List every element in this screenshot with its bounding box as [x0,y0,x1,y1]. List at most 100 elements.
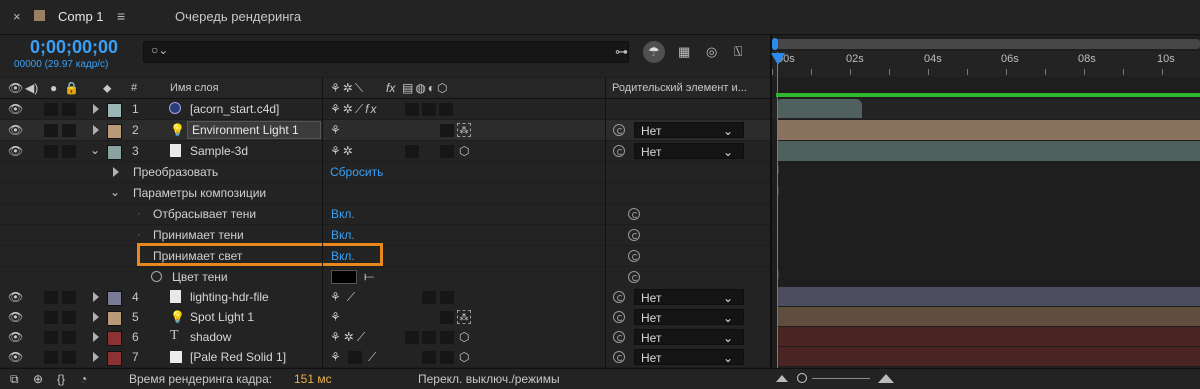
playhead-handle[interactable] [771,53,785,65]
layer-switches[interactable]: ⚘✲ [330,144,355,158]
comp-flowchart-icon[interactable]: ⧉ [10,372,19,386]
layer-row-7[interactable]: 👁 7 [Pale Red Solid 1] ⚘ ⟋ ⬡ Нет ⌄ [0,347,770,367]
solo-toggle[interactable] [62,331,76,344]
visibility-eye-icon[interactable]: 👁 [8,102,23,116]
label-color-swatch[interactable] [107,145,122,160]
layer-switches[interactable]: ⚘✲⟋ [330,330,368,344]
expand-arrow-icon[interactable] [93,332,99,342]
visibility-eye-icon[interactable]: 👁 [8,330,23,344]
current-timecode[interactable]: 0;00;00;00 [30,37,118,58]
property-accepts-light[interactable]: · Принимает свет Вкл. [0,246,770,266]
expand-arrow-icon[interactable] [113,167,119,177]
switch-box[interactable] [405,145,419,158]
tab-menu-icon[interactable]: ≡ [117,8,125,24]
switch-box[interactable] [440,124,454,137]
audio-toggle[interactable] [44,124,58,137]
parent-dropdown[interactable]: Нет ⌄ [634,143,744,159]
visibility-eye-icon[interactable]: 👁 [8,310,23,324]
solo-toggle[interactable] [62,291,76,304]
pick-whip-icon[interactable] [613,351,625,363]
time-ruler[interactable]: 00s 02s 04s 06s 08s 10s [772,51,1200,77]
parent-dropdown[interactable]: Нет ⌄ [634,309,744,325]
parent-dropdown[interactable]: Нет ⌄ [634,122,744,138]
parent-dropdown[interactable]: Нет ⌄ [634,329,744,345]
work-area-start-handle[interactable] [772,38,778,50]
expand-arrow-icon[interactable] [93,352,99,362]
tab-comp-1[interactable]: Comp 1 [58,9,104,24]
shadow-color-swatch[interactable] [331,270,357,284]
flowchart-icon[interactable]: ⊶ [615,44,628,60]
parent-dropdown[interactable]: Нет ⌄ [634,289,744,305]
label-color-swatch[interactable] [107,291,122,306]
layer-name[interactable]: lighting-hdr-file [190,290,269,304]
switch-box[interactable] [439,103,453,116]
layer-name[interactable]: [acorn_start.c4d] [190,102,279,116]
stopwatch-icon[interactable] [151,271,162,282]
layer-switches[interactable]: ⚘ [330,350,341,364]
property-accepts-shadows[interactable]: · Принимает тени Вкл. [0,225,770,245]
playhead-line[interactable] [777,52,778,368]
motion-blur-switch-icon[interactable]: ⟋ [368,350,376,364]
switch-box[interactable] [440,351,454,364]
pick-whip-icon[interactable] [613,311,625,323]
layer-switches[interactable]: ⚘✲⟋fx [330,102,379,116]
layer-name[interactable]: [Pale Red Solid 1] [190,350,286,364]
pick-whip-icon[interactable] [628,250,640,262]
audio-toggle[interactable] [44,103,58,116]
zoom-in-icon[interactable] [878,374,894,383]
audio-toggle[interactable] [44,145,58,158]
expand-arrow-icon[interactable] [93,312,99,322]
close-tab-icon[interactable]: × [13,9,21,24]
property-value[interactable]: Вкл. [331,207,355,221]
layer-bar[interactable] [778,99,862,118]
label-color-swatch[interactable] [107,331,122,346]
layer-row-5[interactable]: 👁 5 💡 Spot Light 1 ⚘ ⁂ Нет ⌄ [0,307,770,327]
property-value[interactable]: Вкл. [331,228,355,242]
layer-name[interactable]: Environment Light 1 [192,123,299,137]
label-color-swatch[interactable] [107,103,122,118]
timing-toggle-icon[interactable]: ◔ [80,372,87,386]
layer-name[interactable]: Sample-3d [190,144,248,158]
tab-render-queue[interactable]: Очередь рендеринга [175,9,301,24]
label-color-swatch[interactable] [107,124,122,139]
layer-name-field[interactable]: Environment Light 1 [187,121,321,139]
layer-bar[interactable] [778,287,1200,306]
expand-arrow-icon[interactable] [93,104,99,114]
graph-editor-icon[interactable]: ⍂ [734,43,742,60]
visibility-eye-icon[interactable]: 👁 [8,350,23,364]
visibility-eye-icon[interactable]: 👁 [8,123,23,137]
pick-whip-icon[interactable] [628,208,640,220]
layer-switches[interactable]: ⚘⟋ [330,290,361,304]
modes-toggle-icon[interactable]: {} [57,372,65,386]
layer-row-6[interactable]: 👁 6 T shadow ⚘✲⟋ ⬡ Нет ⌄ [0,327,770,347]
switch-box[interactable] [422,291,436,304]
layer-bar[interactable] [778,347,1200,366]
layer-bar[interactable] [778,141,1200,161]
pick-whip-icon[interactable] [613,124,625,136]
layer-row-2[interactable]: 👁 2 💡 Environment Light 1 ⚘ ⁂ Нет ⌄ [0,120,770,140]
audio-toggle[interactable] [44,291,58,304]
motion-blur-icon[interactable]: ◎ [706,44,717,60]
switch-box[interactable] [405,331,419,344]
3d-layer-icon[interactable]: ⁂ [457,310,471,324]
solo-toggle[interactable] [62,145,76,158]
collapse-arrow-icon[interactable]: ⌄ [110,185,120,199]
layer-bar[interactable] [778,307,1200,326]
expand-arrow-icon[interactable] [93,125,99,135]
layer-row-1[interactable]: 👁 1 [acorn_start.c4d] ⚘✲⟋fx [0,99,770,119]
toggle-switches-modes[interactable]: Перекл. выключ./режимы [418,372,560,386]
solo-toggle[interactable] [62,124,76,137]
property-composition-params[interactable]: ⌄ Параметры композиции [0,183,770,203]
search-input[interactable]: ○⌄ [143,41,629,63]
switch-box[interactable] [440,311,454,324]
reset-link[interactable]: Сбросить [330,165,383,179]
shy-switch-icon[interactable]: ⚘ [330,310,341,324]
layer-bar[interactable] [778,120,1200,140]
zoom-slider-track[interactable] [812,378,870,379]
property-casts-shadows[interactable]: · Отбрасывает тени Вкл. [0,204,770,224]
3d-cube-icon[interactable]: ⬡ [459,330,469,344]
expand-arrow-icon[interactable] [93,292,99,302]
switch-box[interactable] [348,351,362,364]
frame-blending-icon[interactable]: ▦ [678,44,690,60]
layer-name[interactable]: shadow [190,330,231,344]
